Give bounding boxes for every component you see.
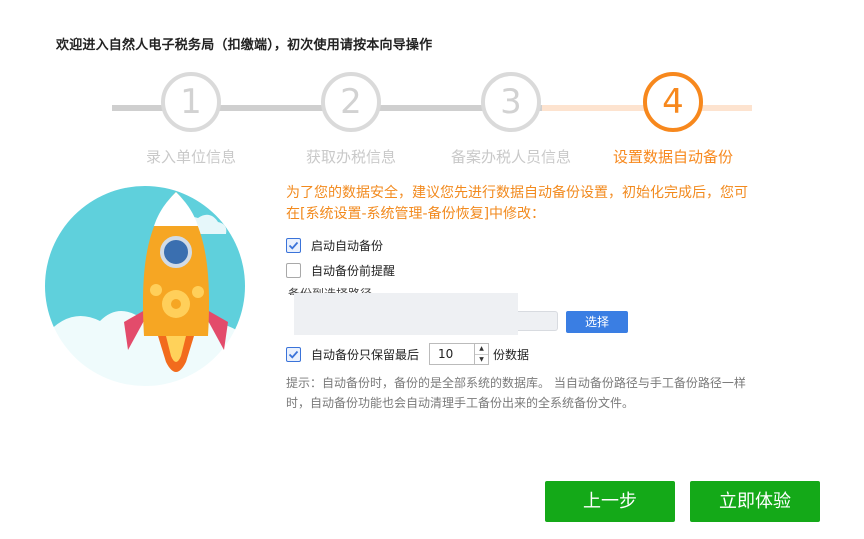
keep-backups-suffix: 份数据 bbox=[493, 347, 530, 362]
prev-step-button[interactable]: 上一步 bbox=[545, 481, 675, 522]
step-4-label: 设置数据自动备份 bbox=[612, 148, 733, 166]
step-1: 1 录入单位信息 bbox=[121, 72, 261, 167]
auto-backup-option[interactable]: 启动自动备份 bbox=[286, 237, 383, 254]
step-4: 4 设置数据自动备份 bbox=[603, 72, 743, 167]
keep-backups-prefix: 自动备份只保留最后 bbox=[311, 347, 420, 362]
check-icon bbox=[288, 241, 299, 250]
stepper-down-icon[interactable]: ▼ bbox=[475, 355, 488, 365]
remind-label: 自动备份前提醒 bbox=[311, 264, 396, 278]
wizard-title: 欢迎进入自然人电子税务局（扣缴端），初次使用请按本向导操作 bbox=[56, 38, 433, 53]
keep-count-input[interactable]: 10 bbox=[429, 343, 476, 365]
rocket-illustration bbox=[45, 186, 245, 396]
backup-path-input[interactable] bbox=[518, 311, 558, 331]
keep-count-stepper[interactable]: 10 ▲ ▼ bbox=[429, 343, 490, 365]
step-2-number: 2 bbox=[321, 72, 381, 132]
step-1-number: 1 bbox=[161, 72, 221, 132]
backup-intro: 为了您的数据安全，建议您先进行数据自动备份设置，初始化完成后，您可在[系统设置-… bbox=[286, 185, 748, 222]
backup-settings: 为了您的数据安全，建议您先进行数据自动备份设置，初始化完成后，您可在[系统设置-… bbox=[286, 183, 756, 410]
step-3: 3 备案办税人员信息 bbox=[441, 72, 581, 167]
backup-hint: 提示：自动备份时，备份的是全部系统的数据库。 当自动备份路径与手工备份路径一样时… bbox=[286, 376, 746, 410]
step-3-number: 3 bbox=[481, 72, 541, 132]
stepper-buttons[interactable]: ▲ ▼ bbox=[475, 343, 490, 365]
gear-hub bbox=[171, 299, 181, 309]
step-4-number: 4 bbox=[643, 72, 703, 132]
stepper-up-icon[interactable]: ▲ bbox=[475, 344, 489, 355]
step-1-label: 录入单位信息 bbox=[145, 148, 236, 166]
step-3-label: 备案办税人员信息 bbox=[450, 148, 571, 166]
keep-backups-option: 自动备份只保留最后 10 ▲ ▼ 份数据 bbox=[286, 343, 529, 365]
gear-small-right bbox=[192, 286, 204, 298]
step-2: 2 获取办税信息 bbox=[281, 72, 421, 167]
auto-backup-checkbox[interactable] bbox=[286, 238, 301, 253]
check-icon bbox=[288, 350, 299, 359]
step-2-label: 获取办税信息 bbox=[305, 148, 396, 166]
remind-option[interactable]: 自动备份前提醒 bbox=[286, 262, 395, 279]
choose-path-button[interactable]: 选择 bbox=[566, 311, 628, 333]
path-overlay-tooltip bbox=[294, 293, 518, 335]
step-progress: 1 录入单位信息 2 获取办税信息 3 备案办税人员信息 4 设置数据自动备份 bbox=[0, 72, 864, 182]
keep-backups-checkbox[interactable] bbox=[286, 346, 301, 362]
rocket-window bbox=[160, 236, 192, 268]
start-now-button[interactable]: 立即体验 bbox=[690, 481, 820, 522]
remind-checkbox[interactable] bbox=[286, 263, 301, 278]
gear-small-left bbox=[150, 284, 162, 296]
auto-backup-label: 启动自动备份 bbox=[311, 239, 384, 253]
